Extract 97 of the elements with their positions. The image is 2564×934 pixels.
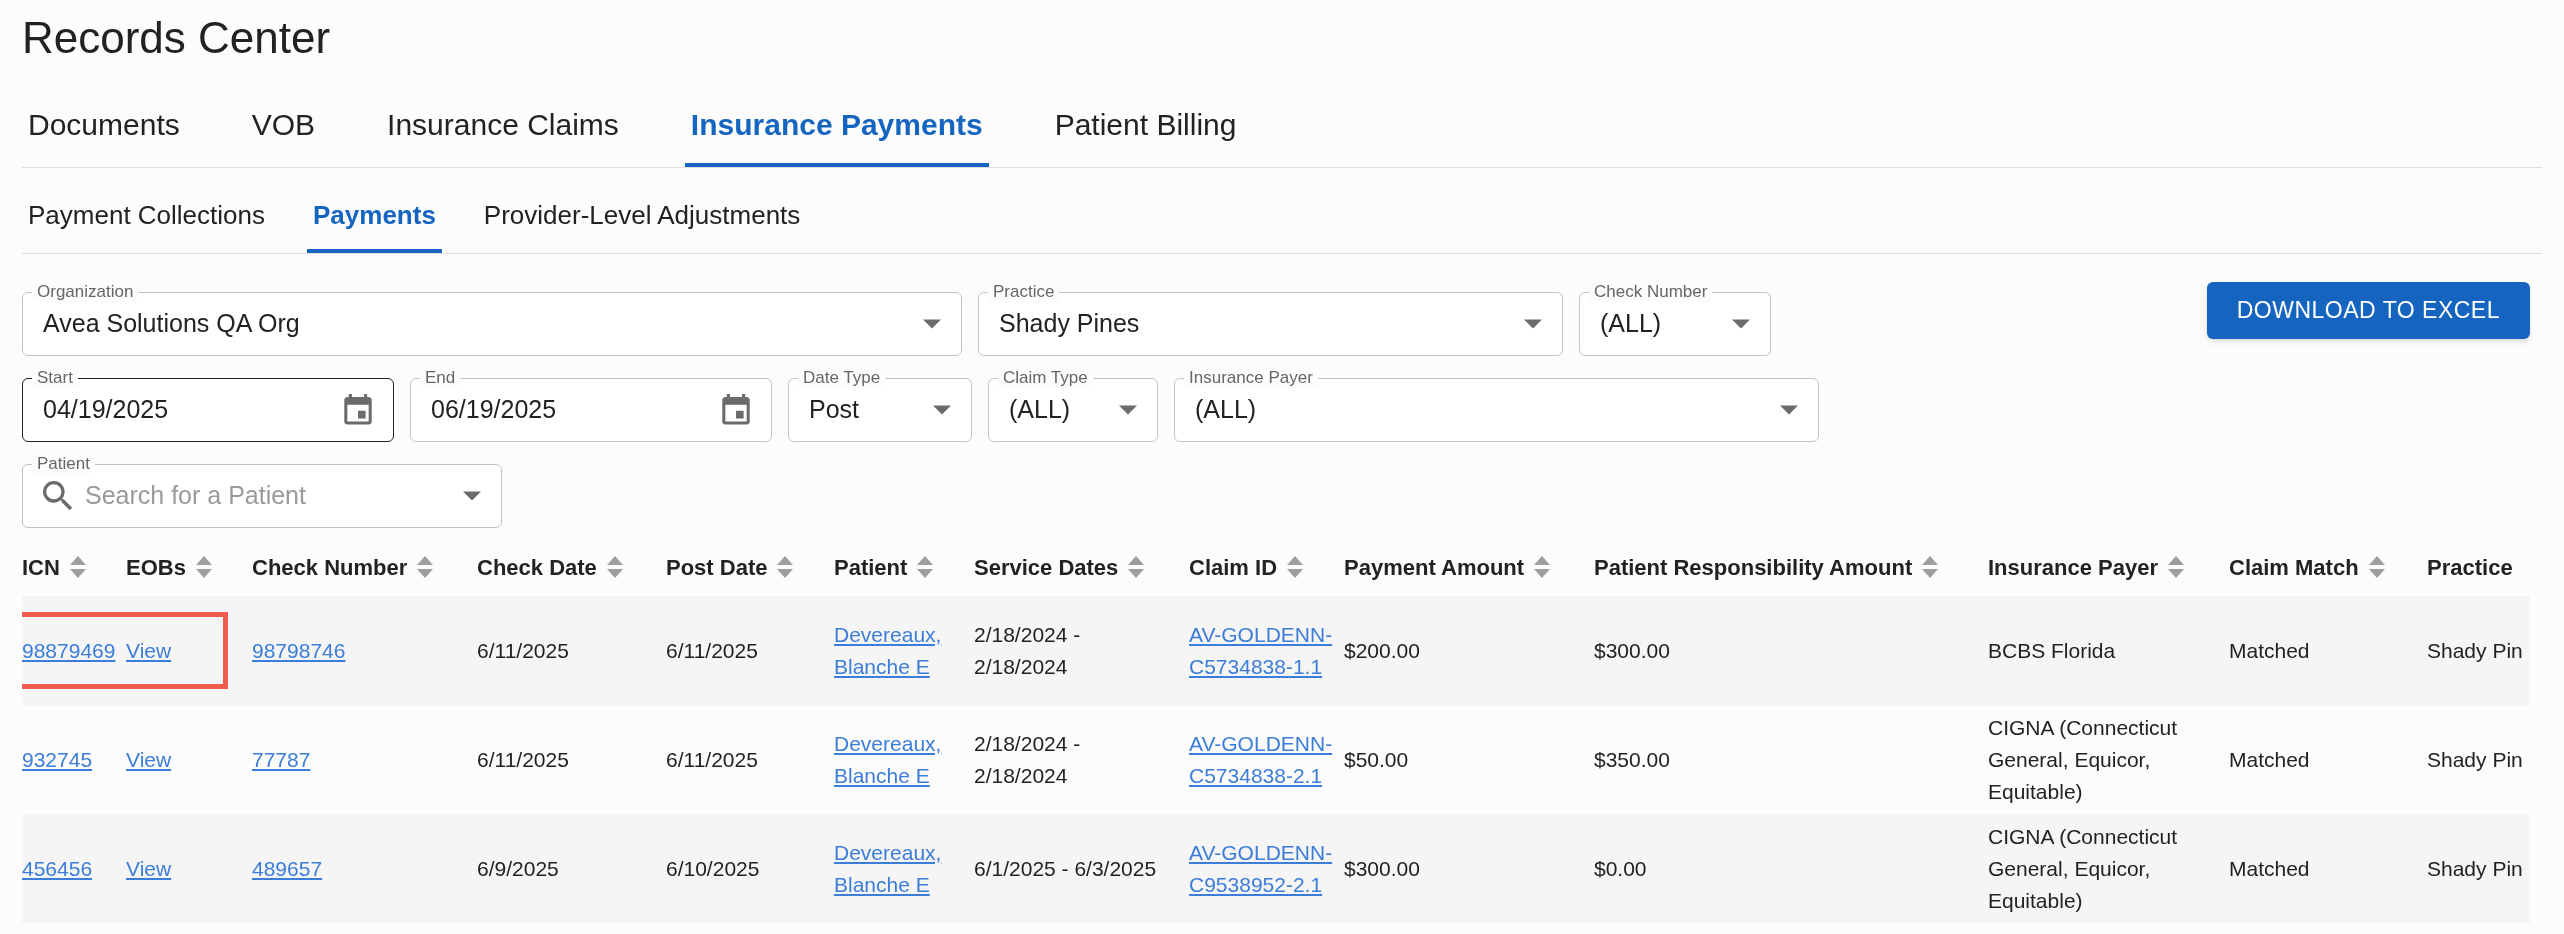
dropdown-caret-icon (1732, 319, 1750, 329)
table-cell: 6/11/2025 (666, 747, 758, 771)
table-cell-text: 2/18/2024 - 2/18/2024 (974, 731, 1082, 787)
check-number-link[interactable]: 77787 (252, 747, 311, 771)
column-header: ICN (22, 553, 60, 582)
table-cell: 6/11/2025 (477, 638, 569, 662)
field-label: Insurance Payer (1184, 368, 1318, 388)
sort-icon[interactable] (69, 556, 86, 578)
sort-icon[interactable] (1287, 556, 1304, 578)
column-header: EOBs (126, 553, 186, 582)
table-cell: 6/9/2025 (477, 856, 559, 880)
icn-link[interactable]: 456456 (22, 856, 93, 880)
claim-id-link[interactable]: AV-GOLDENN-C9538952-2.1 (1189, 836, 1334, 901)
field-value: 06/19/2025 (431, 394, 558, 426)
calendar-icon[interactable] (721, 394, 751, 426)
table-cell: $300.00 (1594, 638, 1670, 662)
table-cell: BCBS Florida (1988, 638, 2116, 662)
table-cell: 6/1/2025 - 6/3/2025 (974, 856, 1157, 880)
field-value: Post (809, 394, 861, 426)
dropdown-caret-icon (923, 319, 941, 329)
sort-icon[interactable] (606, 556, 623, 578)
column-header: Insurance Payer (1988, 553, 2158, 582)
field-value: (ALL) (1195, 394, 1258, 426)
sub-tab[interactable]: Provider-Level Adjustments (477, 196, 807, 253)
claim-id-link[interactable]: AV-GOLDENN-C5734838-2.1 (1189, 727, 1334, 792)
check-number-link[interactable]: 98798746 (252, 638, 346, 662)
column-header: Patient Responsibility Amount (1594, 553, 1913, 582)
column-header: Patient (834, 553, 908, 582)
main-tab[interactable]: Patient Billing (1048, 102, 1243, 167)
field-value: Avea Solutions QA Org (43, 308, 301, 340)
field-label: Claim Type (998, 368, 1093, 388)
dropdown-caret-icon (463, 491, 481, 501)
sub-tab[interactable]: Payments (307, 196, 442, 253)
table-cell: Shady Pin (2427, 638, 2523, 662)
page-title: Records Center (22, 12, 331, 62)
sub-tab[interactable]: Payment Collections (22, 196, 271, 253)
sort-icon[interactable] (2368, 556, 2385, 578)
field-value: (ALL) (1009, 394, 1072, 426)
sort-icon[interactable] (917, 556, 934, 578)
table-cell: $0.00 (1594, 856, 1647, 880)
table-cell: $50.00 (1344, 747, 1409, 771)
table-cell: Matched (2229, 856, 2310, 880)
sort-icon[interactable] (417, 556, 434, 578)
sort-icon[interactable] (777, 556, 794, 578)
dropdown-caret-icon (933, 405, 951, 415)
dropdown-caret-icon (1119, 405, 1137, 415)
icn-link[interactable]: 932745 (22, 747, 93, 771)
dropdown-caret-icon (1780, 405, 1798, 415)
table-cell: Shady Pin (2427, 856, 2523, 880)
column-header: Post Date (666, 553, 768, 582)
view-eob-link[interactable]: View (126, 747, 172, 771)
dropdown-caret-icon (1524, 319, 1542, 329)
claim-id-link[interactable]: AV-GOLDENN-C5734838-1.1 (1189, 618, 1334, 683)
table-cell-text: CIGNA (Connecticut General, Equicor, Equitable) (1988, 824, 2179, 912)
field-label: Organization (32, 282, 139, 302)
patient-link[interactable]: Devereaux, Blanche E (834, 618, 964, 683)
sort-icon[interactable] (2168, 556, 2184, 578)
sort-icon[interactable] (1534, 556, 1551, 578)
table-cell: $200.00 (1344, 638, 1420, 662)
main-tab[interactable]: Insurance Payments (684, 102, 989, 167)
column-header: Practice (2427, 553, 2513, 582)
table-cell-text: CIGNA (Connecticut General, Equicor, Equitable) (1988, 715, 2179, 803)
field-value: 04/19/2025 (43, 394, 170, 426)
table-cell: 6/11/2025 (666, 638, 758, 662)
patient-link[interactable]: Devereaux, Blanche E (834, 727, 964, 792)
download-to-excel-button[interactable]: DOWNLOAD TO EXCEL (2206, 282, 2530, 339)
table-cell: 6/11/2025 (477, 747, 569, 771)
view-eob-link[interactable]: View (126, 856, 172, 880)
table-cell: Matched (2229, 638, 2310, 662)
main-tab[interactable]: Documents (22, 102, 186, 167)
table-cell: $300.00 (1344, 856, 1420, 880)
calendar-icon[interactable] (343, 394, 373, 426)
main-tab[interactable]: VOB (245, 102, 322, 167)
check-number-link[interactable]: 489657 (252, 856, 323, 880)
field-value: Shady Pines (999, 308, 1141, 340)
table-cell: Shady Pin (2427, 747, 2523, 771)
column-header: Claim Match (2229, 553, 2359, 582)
sort-icon[interactable] (1128, 556, 1145, 578)
patient-link[interactable]: Devereaux, Blanche E (834, 836, 964, 901)
table-cell: Matched (2229, 747, 2310, 771)
view-eob-link[interactable]: View (126, 638, 172, 662)
icn-link[interactable]: 98879469 (22, 638, 116, 662)
column-header: Service Dates (974, 553, 1119, 582)
sort-icon[interactable] (1922, 556, 1939, 578)
column-header: Check Date (477, 553, 597, 582)
table-cell: $350.00 (1594, 747, 1670, 771)
field-label: Date Type (798, 368, 886, 388)
table-cell: 6/10/2025 (666, 856, 760, 880)
table-cell-text: 2/18/2024 - 2/18/2024 (974, 622, 1082, 678)
search-icon (43, 481, 73, 511)
main-tab[interactable]: Insurance Claims (381, 102, 625, 167)
column-header: Payment Amount (1344, 553, 1525, 582)
search-input[interactable]: Search for a Patient (85, 477, 451, 515)
column-header: Check Number (252, 553, 408, 582)
sort-icon[interactable] (195, 556, 212, 578)
column-header: Claim ID (1189, 553, 1278, 582)
field-value: (ALL) (1600, 308, 1663, 340)
